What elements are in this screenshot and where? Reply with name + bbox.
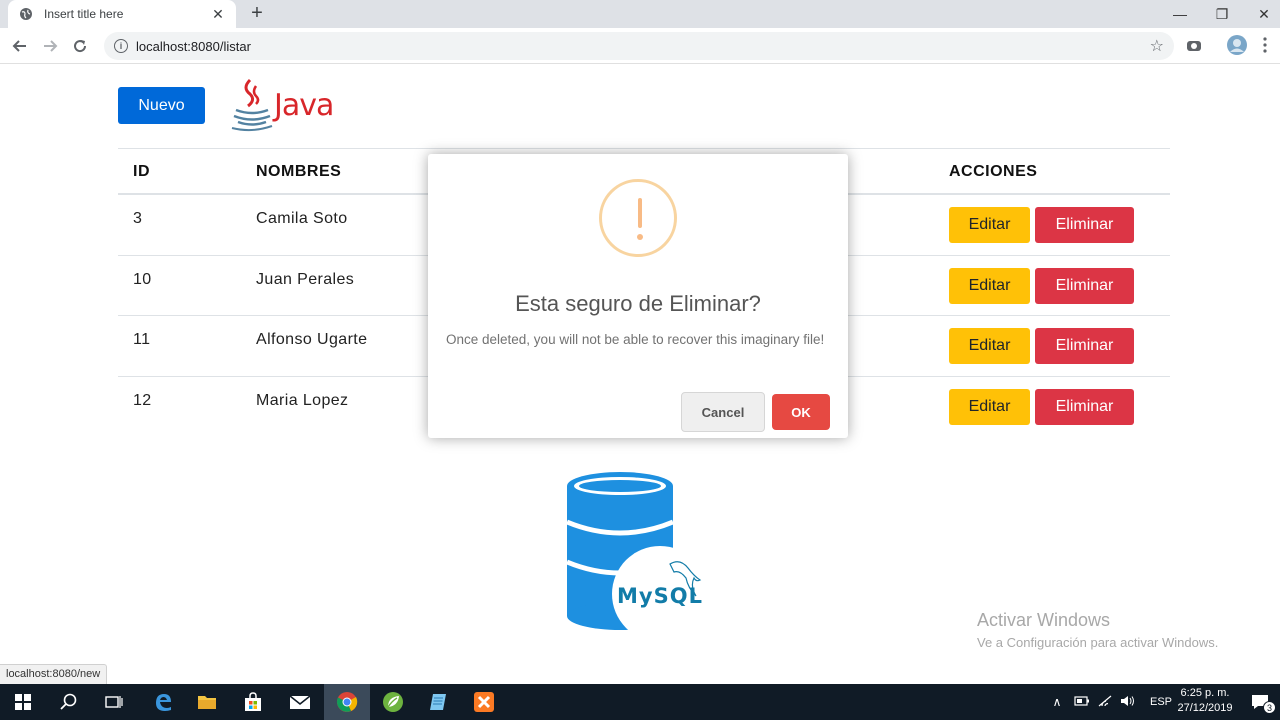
taskbar-store[interactable] xyxy=(230,684,276,720)
java-logo: Java xyxy=(228,76,338,132)
notepad-icon xyxy=(430,694,446,710)
reload-icon xyxy=(74,40,87,53)
notification-center[interactable]: 3 xyxy=(1240,684,1280,720)
browser-tab-bar: Insert title here ✕ + — ❐ ✕ xyxy=(0,0,1280,28)
cell-name: Camila Soto xyxy=(256,210,348,227)
bookmark-star-icon[interactable]: ☆ xyxy=(1150,36,1164,56)
url-text: localhost:8080/listar xyxy=(136,38,251,54)
profile-avatar[interactable] xyxy=(1226,34,1248,61)
watermark-title: Activar Windows xyxy=(977,610,1111,630)
header-acciones: ACCIONES xyxy=(949,163,1038,180)
header-id: ID xyxy=(133,163,150,180)
java-logo-text: Java xyxy=(274,88,334,123)
mail-icon xyxy=(289,695,311,709)
system-tray: ∧ ESP xyxy=(1050,684,1172,720)
taskbar-spring-tools[interactable] xyxy=(370,684,416,720)
folder-icon xyxy=(198,696,216,709)
cell-name: Maria Lopez xyxy=(256,391,349,409)
chevron-up-icon[interactable]: ∧ xyxy=(1050,695,1064,709)
edit-button[interactable]: Editar xyxy=(949,328,1030,364)
cell-name: Alfonso Ugarte xyxy=(256,331,368,348)
browser-menu-icon[interactable] xyxy=(1262,36,1268,59)
wifi-icon[interactable] xyxy=(1098,695,1112,710)
cancel-button[interactable]: Cancel xyxy=(681,392,765,432)
spring-leaf-icon xyxy=(383,692,403,712)
edit-button[interactable]: Editar xyxy=(949,388,1030,425)
task-view-icon xyxy=(105,696,123,708)
reload-button[interactable] xyxy=(68,34,92,58)
edge-icon xyxy=(156,694,171,711)
dialog-title: Esta seguro de Eliminar? xyxy=(515,291,761,316)
extension-icon[interactable] xyxy=(1186,38,1202,59)
chrome-icon xyxy=(337,692,358,712)
edit-button[interactable]: Editar xyxy=(949,267,1030,304)
header-nombres: NOMBRES xyxy=(256,163,342,180)
store-bag-icon xyxy=(245,692,261,711)
forward-button[interactable] xyxy=(38,34,62,58)
confirm-delete-dialog: Esta seguro de Eliminar? Once deleted, y… xyxy=(428,154,848,438)
battery-icon[interactable] xyxy=(1074,695,1090,710)
back-arrow-icon xyxy=(12,40,26,52)
cell-id: 10 xyxy=(133,270,152,288)
java-cup-icon xyxy=(231,78,273,132)
taskbar-file-explorer[interactable] xyxy=(184,684,230,720)
forward-arrow-icon xyxy=(44,40,58,52)
taskbar-notepad[interactable] xyxy=(415,684,461,720)
delete-button[interactable]: Eliminar xyxy=(1035,207,1134,243)
database-icon xyxy=(566,472,708,642)
start-button[interactable] xyxy=(0,684,46,720)
new-tab-button[interactable]: + xyxy=(246,2,268,24)
mysql-logo: MySQL xyxy=(560,472,710,642)
taskbar-xampp[interactable] xyxy=(461,684,507,720)
tab-close-icon[interactable]: ✕ xyxy=(210,6,226,23)
task-view-button[interactable] xyxy=(91,684,137,720)
cell-name: Juan Perales xyxy=(256,270,355,288)
notification-badge: 3 xyxy=(1263,701,1276,714)
delete-button[interactable]: Eliminar xyxy=(1035,388,1134,425)
back-button[interactable] xyxy=(8,34,32,58)
clock[interactable]: 6:25 p. m. 27/12/2019 xyxy=(1172,686,1238,716)
xampp-icon xyxy=(474,692,494,712)
cell-id: 12 xyxy=(133,391,152,409)
browser-tab[interactable]: Insert title here ✕ xyxy=(8,0,236,28)
url-input[interactable]: i localhost:8080/listar ☆ xyxy=(104,32,1174,60)
search-icon xyxy=(60,693,77,710)
clock-date: 27/12/2019 xyxy=(1177,702,1233,714)
minimize-button[interactable]: — xyxy=(1158,0,1202,28)
warning-icon xyxy=(599,179,677,257)
close-window-button[interactable]: ✕ xyxy=(1242,0,1280,28)
status-bar-url: localhost:8080/new xyxy=(0,664,108,684)
info-icon[interactable]: i xyxy=(114,39,128,53)
cell-id: 11 xyxy=(133,331,151,348)
address-bar-row: i localhost:8080/listar ☆ xyxy=(0,28,1280,64)
nuevo-button[interactable]: Nuevo xyxy=(118,87,205,124)
ok-button[interactable]: OK xyxy=(772,394,830,430)
search-button[interactable] xyxy=(46,684,92,720)
mysql-logo-text: MySQL xyxy=(617,584,703,608)
cell-id: 3 xyxy=(133,210,143,227)
windows-activation-watermark: Activar Windows Ve a Configuración para … xyxy=(977,610,1218,650)
tab-title: Insert title here xyxy=(44,7,124,21)
globe-icon xyxy=(18,6,34,22)
delete-button[interactable]: Eliminar xyxy=(1035,267,1134,304)
edit-button[interactable]: Editar xyxy=(949,207,1030,243)
taskbar-chrome[interactable] xyxy=(324,684,370,720)
language-indicator[interactable]: ESP xyxy=(1150,696,1172,708)
taskbar-edge[interactable] xyxy=(140,684,186,720)
windows-logo-icon xyxy=(15,694,31,710)
restore-button[interactable]: ❐ xyxy=(1200,0,1244,28)
watermark-subtitle: Ve a Configuración para activar Windows. xyxy=(977,635,1219,650)
clock-time: 6:25 p. m. xyxy=(1180,687,1230,699)
dialog-message: Once deleted, you will not be able to re… xyxy=(446,332,825,347)
windows-taskbar: ∧ ESP 6:25 p. m. 27/12/2019 3 xyxy=(0,684,1280,720)
taskbar-mail[interactable] xyxy=(277,684,323,720)
delete-button[interactable]: Eliminar xyxy=(1035,328,1134,364)
speaker-icon[interactable] xyxy=(1120,695,1136,710)
